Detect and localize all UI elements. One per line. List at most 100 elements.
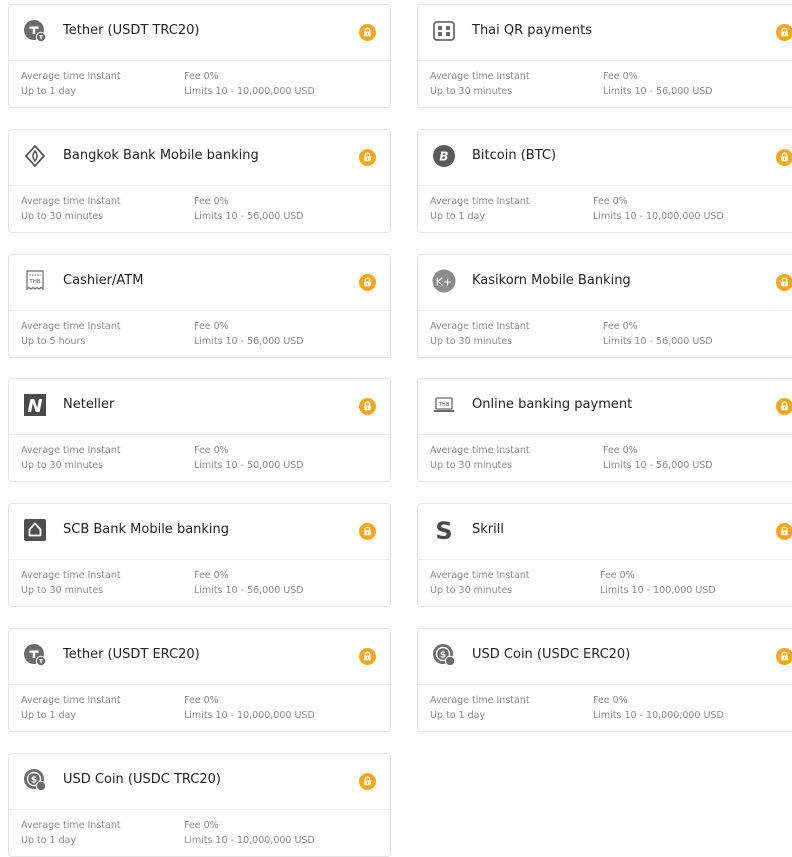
time-info: Average time Instant Up to 30 minutes [21,194,121,224]
limits-row: Limits 10 - 50,000 USD [194,458,304,473]
fee-value: 0% [203,695,219,706]
payment-method-card[interactable]: Tether (USDT ERC20) Average time Instant … [8,628,391,732]
payment-method-card[interactable]: N Neteller Average time Instant Up to 30 m… [8,378,391,482]
time-info: Average time Instant Up to 5 hours [21,319,121,349]
limits-label: Limits [194,211,223,222]
limits-row: Limits 10 - 10,000,000 USD [184,84,315,99]
payment-method-card[interactable]: $ USD Coin (USDC TRC20) Average time Inst… [8,753,391,857]
limits-row: Limits 10 - 56,000 USD [194,583,304,598]
usdc-icon: $ [23,768,47,792]
tether-icon [23,643,47,667]
lock-icon [776,274,792,291]
average-time-value: Instant [496,570,530,581]
time-info: Average time Instant Up to 30 minutes [430,69,530,99]
up-to-label: Up to [21,585,47,596]
kasikorn-icon: K+ [432,269,456,293]
card-header: $ USD Coin (USDC TRC20) [9,754,390,810]
fee-row: Fee 0% [603,319,713,334]
average-time-row: Average time Instant [21,693,121,708]
limits-row: Limits 10 - 56,000 USD [603,334,713,349]
payment-method-card[interactable]: K+ Kasikorn Mobile Banking Average time I… [417,254,792,358]
time-info: Average time Instant Up to 30 minutes [430,319,530,349]
limits-value: 10 - 56,000 USD [634,460,713,471]
fee-info: Fee 0% Limits 10 - 10,000,000 USD [184,69,315,99]
up-to-value: 1 day [458,211,486,222]
limits-value: 10 - 56,000 USD [225,336,304,347]
svg-text:THB: THB [28,279,40,285]
payment-method-card[interactable]: B Bitcoin (BTC) Average time Instant Up t… [417,129,792,233]
fee-value: 0% [612,196,628,207]
up-to-label: Up to [430,710,456,721]
qr-code-icon [432,19,456,43]
fee-label: Fee [184,695,201,706]
average-time-label: Average time [21,321,85,332]
lock-icon [359,648,376,665]
average-time-row: Average time Instant [430,693,530,708]
limits-row: Limits 10 - 10,000,000 USD [184,833,315,848]
up-to-value: 30 minutes [49,460,104,471]
card-header: Thai QR payments [418,5,792,61]
payment-method-card[interactable]: Thai QR payments Average time Instant Up … [417,4,792,108]
limits-label: Limits [194,336,223,347]
fee-label: Fee [593,695,610,706]
fee-label: Fee [600,570,617,581]
lock-icon [359,24,376,41]
average-time-value: Instant [496,695,530,706]
fee-row: Fee 0% [194,568,304,583]
card-header: THB Cashier/ATM [9,255,390,311]
average-time-value: Instant [87,196,121,207]
payment-method-card[interactable]: Tether (USDT TRC20) Average time Instant … [8,4,391,108]
fee-label: Fee [184,71,201,82]
limits-row: Limits 10 - 56,000 USD [603,84,713,99]
fee-value: 0% [612,695,628,706]
fee-info: Fee 0% Limits 10 - 10,000,000 USD [593,693,724,723]
average-time-value: Instant [87,695,121,706]
tether-icon [23,19,47,43]
fee-label: Fee [194,445,211,456]
limits-value: 10 - 56,000 USD [225,585,304,596]
fee-info: Fee 0% Limits 10 - 56,000 USD [603,319,713,349]
fee-row: Fee 0% [184,693,315,708]
lock-icon [359,398,376,415]
method-name: Tether (USDT TRC20) [63,23,200,38]
fee-label: Fee [194,570,211,581]
time-info: Average time Instant Up to 1 day [21,693,121,723]
payment-method-card[interactable]: SCB Bank Mobile banking Average time Inst… [8,503,391,607]
limits-label: Limits [603,86,632,97]
fee-info: Fee 0% Limits 10 - 56,000 USD [603,443,713,473]
fee-info: Fee 0% Limits 10 - 10,000,000 USD [184,693,315,723]
lock-icon [776,24,792,41]
payment-method-card[interactable]: THB Online banking payment Average time I… [417,378,792,482]
payment-method-card[interactable]: THB Cashier/ATM Average time Instant Up t… [8,254,391,358]
average-time-row: Average time Instant [430,319,530,334]
average-time-value: Instant [496,196,530,207]
up-to-row: Up to 1 day [430,209,530,224]
average-time-value: Instant [87,71,121,82]
up-to-row: Up to 1 day [21,833,121,848]
lock-icon [776,523,792,540]
average-time-label: Average time [21,445,85,456]
payment-method-card[interactable]: S Skrill Average time Instant Up to 30 min… [417,503,792,607]
svg-text:$: $ [440,651,446,661]
payment-method-card[interactable]: Bangkok Bank Mobile banking Average time… [8,129,391,233]
svg-text:S: S [435,518,452,542]
neteller-icon: N [23,393,47,417]
payment-method-card[interactable]: $ USD Coin (USDC ERC20) Average time Inst… [417,628,792,732]
scb-bank-icon [23,518,47,542]
up-to-value: 30 minutes [49,211,104,222]
average-time-value: Instant [87,570,121,581]
limits-value: 10 - 56,000 USD [634,336,713,347]
limits-label: Limits [603,460,632,471]
limits-label: Limits [194,460,223,471]
method-name: Bangkok Bank Mobile banking [63,148,259,163]
average-time-value: Instant [496,321,530,332]
method-name: Thai QR payments [472,23,592,38]
fee-value: 0% [622,71,638,82]
up-to-row: Up to 1 day [21,84,121,99]
average-time-row: Average time Instant [21,194,121,209]
limits-value: 10 - 10,000,000 USD [624,710,724,721]
limits-value: 10 - 50,000 USD [225,460,304,471]
average-time-row: Average time Instant [21,818,121,833]
fee-value: 0% [213,570,229,581]
card-header: Tether (USDT ERC20) [9,629,390,685]
